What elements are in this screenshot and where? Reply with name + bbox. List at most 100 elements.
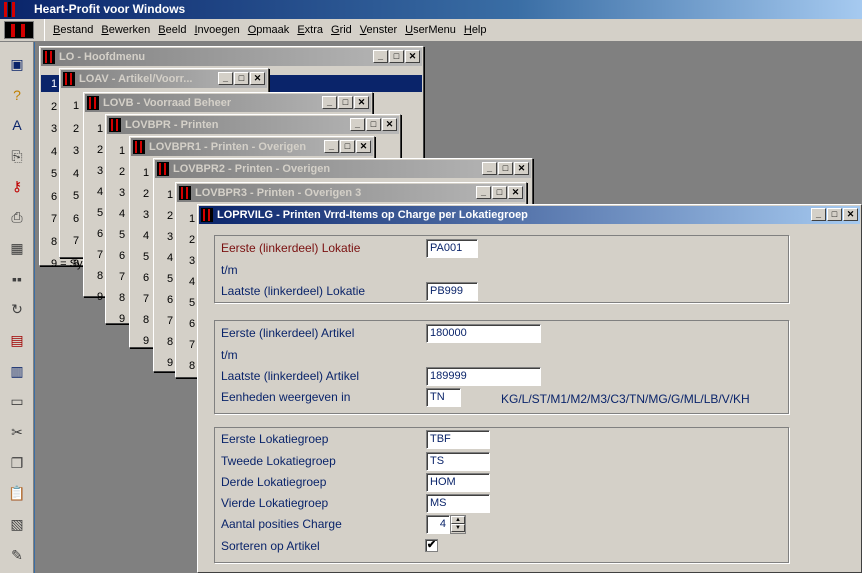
menu-logo-icon[interactable] — [4, 21, 34, 39]
refresh-icon[interactable]: ↻ — [7, 300, 27, 320]
copy-icon[interactable]: ❐ — [7, 453, 27, 473]
menu-number[interactable]: 3 — [189, 251, 195, 272]
charge-positions-spinner[interactable]: ▲ ▼ — [450, 515, 466, 534]
maximize-button[interactable]: □ — [498, 162, 513, 175]
menu-item-bestand[interactable]: Bestand — [49, 19, 97, 41]
font-icon[interactable]: A — [7, 115, 27, 135]
first-location-input[interactable]: PA001 — [426, 239, 478, 258]
menu-number[interactable]: 1 — [119, 141, 125, 162]
menu-number[interactable]: 2 — [167, 206, 173, 227]
menu-item-extra[interactable]: Extra — [293, 19, 327, 41]
minimize-button[interactable]: _ — [322, 96, 337, 109]
report-icon[interactable]: ▤ — [7, 330, 27, 350]
menu-item-invoegen[interactable]: Invoegen — [190, 19, 243, 41]
menu-number[interactable]: 7 — [167, 311, 173, 332]
menu-number[interactable]: 2 — [73, 118, 79, 141]
menu-number[interactable]: 4 — [167, 248, 173, 269]
menu-number[interactable]: 8 — [119, 288, 125, 309]
spin-down-icon[interactable]: ▼ — [451, 524, 465, 532]
chart-icon[interactable]: ▥ — [7, 361, 27, 381]
menu-item-bewerken[interactable]: Bewerken — [97, 19, 154, 41]
menu-number[interactable]: 5 — [73, 185, 79, 208]
menu-number[interactable]: 9 — [119, 309, 125, 330]
menu-number[interactable]: 8 — [73, 253, 79, 276]
second-locgroup-input[interactable]: TS — [426, 452, 490, 471]
close-button[interactable]: ✕ — [356, 140, 371, 153]
menu-number[interactable]: 8 — [97, 266, 103, 287]
menu-number[interactable]: 5 — [119, 225, 125, 246]
edit-icon[interactable]: ✎ — [7, 545, 27, 565]
menu-number[interactable]: 9 — [167, 353, 173, 374]
maximize-button[interactable]: □ — [827, 208, 842, 221]
menu-number[interactable]: 4 — [73, 163, 79, 186]
menu-number[interactable]: 5 — [143, 247, 149, 268]
maximize-button[interactable]: □ — [366, 118, 381, 131]
calculator-icon[interactable]: ▦ — [7, 238, 27, 258]
menu-number[interactable]: 2 — [143, 184, 149, 205]
menu-number[interactable]: 1 — [143, 163, 149, 184]
menu-number[interactable]: 2 — [97, 140, 103, 161]
paste-special-icon[interactable]: ▧ — [7, 515, 27, 535]
close-button[interactable]: ✕ — [354, 96, 369, 109]
menu-number[interactable]: 9 — [97, 287, 103, 308]
menu-number[interactable]: 7 — [143, 289, 149, 310]
menu-number[interactable]: 8 — [189, 356, 195, 377]
paste-icon[interactable]: 📋 — [7, 484, 27, 504]
menu-number[interactable]: 6 — [143, 268, 149, 289]
last-location-input[interactable]: PB999 — [426, 282, 478, 301]
charge-positions-input[interactable]: 4 — [426, 515, 450, 534]
last-article-input[interactable]: 189999 — [426, 367, 541, 386]
maximize-button[interactable]: □ — [340, 140, 355, 153]
window-titlebar[interactable]: LOVBPR1 - Printen - Overigen _ □ ✕ — [131, 138, 373, 156]
menu-number[interactable]: 2 — [119, 162, 125, 183]
help-icon[interactable]: ? — [7, 85, 27, 105]
minimize-button[interactable]: _ — [373, 50, 388, 63]
menu-item-help[interactable]: Help — [460, 19, 491, 41]
close-button[interactable]: ✕ — [508, 186, 523, 199]
menu-number[interactable]: 7 — [189, 335, 195, 356]
menu-item-venster[interactable]: Venster — [356, 19, 401, 41]
menu-item-opmaak[interactable]: Opmaak — [244, 19, 294, 41]
window-titlebar[interactable]: LOAV - Artikel/Voorr... _ □ ✕ — [61, 70, 267, 88]
menu-number[interactable]: 1 — [189, 209, 195, 230]
menu-number[interactable]: 7 — [73, 230, 79, 253]
window-titlebar[interactable]: LOVBPR - Printen _ □ ✕ — [107, 116, 399, 134]
minimize-button[interactable]: _ — [218, 72, 233, 85]
menu-item-usermenu[interactable]: UserMenu — [401, 19, 460, 41]
menu-number[interactable]: 4 — [143, 226, 149, 247]
menu-number[interactable]: 7 — [119, 267, 125, 288]
menu-number[interactable]: 3 — [167, 227, 173, 248]
window-titlebar[interactable]: LOVBPR3 - Printen - Overigen 3 _ □ ✕ — [177, 184, 525, 202]
minimize-button[interactable]: _ — [324, 140, 339, 153]
close-button[interactable]: ✕ — [843, 208, 858, 221]
menu-number[interactable]: 7 — [97, 245, 103, 266]
window-titlebar[interactable]: LOVB - Voorraad Beheer _ □ ✕ — [85, 94, 371, 112]
menu-number[interactable]: 8 — [143, 310, 149, 331]
menu-number[interactable]: 9 — [143, 331, 149, 352]
menu-number[interactable]: 6 — [167, 290, 173, 311]
window-titlebar[interactable]: LO - Hoofdmenu _ □ ✕ — [41, 48, 422, 66]
menu-number[interactable]: 1 — [167, 185, 173, 206]
menu-number[interactable]: 4 — [97, 182, 103, 203]
fourth-locgroup-input[interactable]: MS — [426, 494, 490, 513]
first-article-input[interactable]: 180000 — [426, 324, 541, 343]
cut-icon[interactable]: ✂ — [7, 422, 27, 442]
close-button[interactable]: ✕ — [405, 50, 420, 63]
menu-number[interactable]: 3 — [119, 183, 125, 204]
menu-number[interactable]: 2 — [189, 230, 195, 251]
menu-number[interactable]: 1 — [97, 119, 103, 140]
menu-number[interactable]: 6 — [97, 224, 103, 245]
menu-number[interactable]: 5 — [97, 203, 103, 224]
maximize-button[interactable]: □ — [338, 96, 353, 109]
menu-number[interactable]: 3 — [143, 205, 149, 226]
third-locgroup-input[interactable]: HOM — [426, 473, 490, 492]
maximize-button[interactable]: □ — [389, 50, 404, 63]
menu-number[interactable]: 8 — [167, 332, 173, 353]
menu-item-beeld[interactable]: Beeld — [154, 19, 190, 41]
close-button[interactable]: ✕ — [250, 72, 265, 85]
minimize-button[interactable]: _ — [811, 208, 826, 221]
menu-number[interactable]: 6 — [73, 208, 79, 231]
first-locgroup-input[interactable]: TBF — [426, 430, 490, 449]
sort-by-article-checkbox[interactable]: ✔ — [425, 539, 438, 552]
menu-number[interactable]: 5 — [189, 293, 195, 314]
